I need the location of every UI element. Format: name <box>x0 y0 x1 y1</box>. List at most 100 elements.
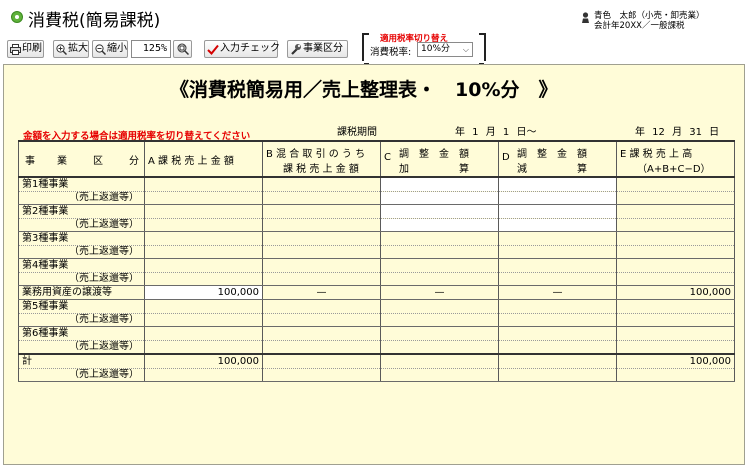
total-a: 100,000 <box>144 353 263 369</box>
zoom-level-field[interactable]: 125% <box>131 40 171 58</box>
cell-c[interactable] <box>380 340 499 355</box>
fiscal-info: 会計年20XX／一般課税 <box>594 21 685 31</box>
cell-b[interactable] <box>262 191 381 205</box>
subrow-label: （売上返還等） <box>18 272 145 286</box>
cell-c <box>380 368 499 382</box>
cell-e <box>616 258 735 273</box>
row-label: 業務用資産の譲渡等 <box>18 285 145 300</box>
total-row: 計 100,000 100,000 <box>18 353 735 369</box>
zoom-in-icon <box>56 43 67 55</box>
cell-b[interactable] <box>262 326 381 341</box>
cell-d[interactable] <box>498 272 617 286</box>
table-row: 第3種事業 <box>18 231 735 246</box>
cell-a[interactable] <box>144 299 263 314</box>
subrow-label: （売上返還等） <box>18 245 145 259</box>
table-subrow: （売上返還等） <box>18 313 735 327</box>
rate-select[interactable]: 10%分 ⌵ <box>417 42 473 57</box>
header-col-d: D 調 整 金 額 減 算 <box>498 140 617 178</box>
cell-b[interactable] <box>262 272 381 286</box>
cell-a[interactable] <box>144 313 263 327</box>
zoom-fit-button[interactable] <box>173 40 192 58</box>
cell-b[interactable] <box>262 313 381 327</box>
cell-d[interactable] <box>498 218 617 232</box>
cell-c: — <box>380 285 499 300</box>
cell-d[interactable] <box>498 258 617 273</box>
cell-b[interactable] <box>262 231 381 246</box>
cell-c[interactable] <box>380 204 499 219</box>
cell-a[interactable] <box>144 176 263 192</box>
header-col-c: C 調 整 金 額 加 算 <box>380 140 499 178</box>
rate-selected-value: 10%分 <box>421 44 451 54</box>
user-icon <box>582 12 589 23</box>
cell-d[interactable] <box>498 245 617 259</box>
cell-c[interactable] <box>380 272 499 286</box>
cell-d[interactable] <box>498 231 617 246</box>
cell-d[interactable] <box>498 176 617 192</box>
rate-switch-group: 適用税率切り替え 消費税率: 10%分 ⌵ <box>362 33 486 65</box>
total-label: 計 <box>18 353 145 369</box>
cell-c[interactable] <box>380 258 499 273</box>
print-label: 印刷 <box>22 43 42 54</box>
cell-a[interactable] <box>144 326 263 341</box>
cell-a[interactable]: 100,000 <box>144 285 263 300</box>
cell-e <box>616 326 735 341</box>
table-subrow: （売上返還等） <box>18 191 735 205</box>
table-row: 第5種事業 <box>18 299 735 314</box>
cell-a[interactable] <box>144 204 263 219</box>
total-subrow: （売上返還等） <box>18 368 735 382</box>
cell-d[interactable] <box>498 340 617 355</box>
table-row: 第4種事業 <box>18 258 735 273</box>
cell-c[interactable] <box>380 299 499 314</box>
cell-a[interactable] <box>144 340 263 355</box>
table-row: 第2種事業 <box>18 204 735 219</box>
header-col-a: A 課 税 売 上 金 額 <box>144 140 263 178</box>
period-end[interactable]: 年 12 月 31 日 <box>635 123 719 138</box>
table-subrow: （売上返還等） <box>18 272 735 286</box>
subrow-label: （売上返還等） <box>18 313 145 327</box>
cell-c[interactable] <box>380 326 499 341</box>
business-category-button[interactable]: 事業区分 <box>287 40 348 58</box>
app-status-icon <box>11 11 23 23</box>
cell-b[interactable] <box>262 258 381 273</box>
cell-b[interactable] <box>262 245 381 259</box>
cell-b[interactable] <box>262 204 381 219</box>
total-d <box>498 353 617 369</box>
checkmark-icon <box>207 44 219 55</box>
cell-e <box>616 340 735 355</box>
input-check-button[interactable]: 入力チェック <box>204 40 280 58</box>
print-button[interactable]: 印刷 <box>7 40 44 58</box>
cell-c[interactable] <box>380 218 499 232</box>
title-bar: 消費税(簡易課税) 青色 太郎（小売・卸売業） 会計年20XX／一般課税 <box>0 0 748 34</box>
cell-c[interactable] <box>380 176 499 192</box>
cell-c[interactable] <box>380 245 499 259</box>
subrow-label: （売上返還等） <box>18 191 145 205</box>
cell-b[interactable] <box>262 218 381 232</box>
cell-d[interactable] <box>498 204 617 219</box>
cell-d[interactable] <box>498 326 617 341</box>
cell-a[interactable] <box>144 272 263 286</box>
cell-c[interactable] <box>380 191 499 205</box>
cell-a[interactable] <box>144 245 263 259</box>
header-col-b: B 混 合 取 引 の う ち 課 税 売 上 金 額 <box>262 140 381 178</box>
cell-b[interactable] <box>262 176 381 192</box>
cell-c[interactable] <box>380 231 499 246</box>
cell-a[interactable] <box>144 258 263 273</box>
subrow-label: （売上返還等） <box>18 368 145 382</box>
cell-e <box>616 368 735 382</box>
zoom-out-button[interactable]: 縮小 <box>92 40 128 58</box>
zoom-out-icon <box>95 43 106 55</box>
cell-b[interactable] <box>262 299 381 314</box>
cell-d[interactable] <box>498 313 617 327</box>
cell-d[interactable] <box>498 299 617 314</box>
cell-c[interactable] <box>380 313 499 327</box>
cell-b[interactable] <box>262 340 381 355</box>
table-row: 第1種事業 <box>18 176 735 192</box>
cell-e <box>616 272 735 286</box>
window-title: 消費税(簡易課税) <box>28 11 161 31</box>
cell-a[interactable] <box>144 191 263 205</box>
cell-d[interactable] <box>498 191 617 205</box>
period-start[interactable]: 年 1 月 1 日～ <box>455 123 536 138</box>
cell-a[interactable] <box>144 231 263 246</box>
zoom-in-button[interactable]: 拡大 <box>53 40 89 58</box>
cell-a[interactable] <box>144 218 263 232</box>
